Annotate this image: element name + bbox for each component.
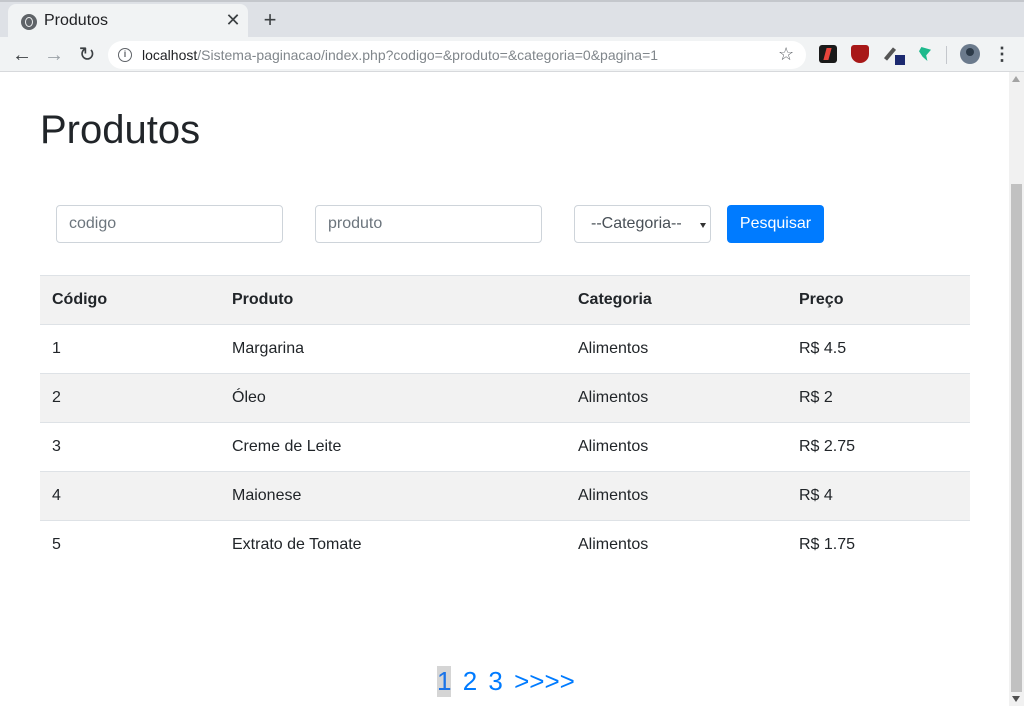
table-row: 2 Óleo Alimentos R$ 2	[40, 373, 970, 422]
toolbar-divider	[946, 46, 947, 64]
back-button[interactable]: ←	[10, 43, 34, 67]
tab-title: Produtos	[44, 12, 109, 29]
cell-produto: Óleo	[232, 389, 266, 406]
extension-icon[interactable]	[819, 45, 837, 63]
scroll-down-arrow-icon[interactable]	[1012, 696, 1020, 702]
categoria-select-value: --Categoria--	[591, 215, 682, 232]
dropper-extension-icon[interactable]	[885, 45, 905, 65]
forward-button[interactable]: →	[42, 43, 66, 67]
cell-categoria: Alimentos	[578, 487, 649, 504]
new-tab-button[interactable]: +	[258, 8, 282, 32]
cell-codigo: 1	[52, 340, 61, 357]
menu-icon[interactable]: ⋮	[992, 42, 1012, 66]
cell-categoria: Alimentos	[578, 389, 649, 406]
table-row: 1 Margarina Alimentos R$ 4.5	[40, 324, 970, 373]
cell-codigo: 2	[52, 389, 61, 406]
cell-codigo: 3	[52, 438, 61, 455]
pesquisar-button[interactable]: Pesquisar	[727, 205, 824, 243]
products-table: Código Produto Categoria Preço 1 Margari…	[40, 275, 970, 569]
cell-categoria: Alimentos	[578, 340, 649, 357]
bookmark-star-icon[interactable]: ☆	[778, 44, 794, 65]
ublock-shield-icon[interactable]	[851, 45, 869, 63]
address-bar[interactable]: i localhost/Sistema-paginacao/index.php?…	[108, 41, 806, 69]
browser-tab[interactable]: Produtos ✕	[8, 4, 248, 39]
cell-preco: R$ 1.75	[799, 536, 856, 553]
cell-produto: Creme de Leite	[232, 438, 342, 455]
cell-preco: R$ 2.75	[799, 438, 856, 455]
header-codigo: Código	[52, 291, 108, 308]
next-pages-link[interactable]: >>>>	[514, 666, 575, 697]
codigo-input[interactable]	[56, 205, 283, 243]
cell-categoria: Alimentos	[578, 438, 649, 455]
page-title: Produtos	[40, 108, 201, 152]
globe-icon	[21, 14, 37, 30]
cell-preco: R$ 4	[799, 487, 833, 504]
table-row: 4 Maionese Alimentos R$ 4	[40, 471, 970, 520]
reload-button[interactable]: ↻	[75, 43, 99, 67]
page-link-1[interactable]: 1	[437, 666, 452, 697]
close-icon[interactable]: ✕	[223, 10, 243, 30]
dropdown-arrow-icon	[700, 223, 706, 228]
browser-toolbar: ← → ↻ i localhost/Sistema-paginacao/inde…	[0, 37, 1024, 72]
header-categoria: Categoria	[578, 291, 652, 308]
scroll-up-arrow-icon[interactable]	[1012, 76, 1020, 82]
url-host: localhost	[142, 47, 198, 63]
cell-codigo: 4	[52, 487, 61, 504]
categoria-select[interactable]: --Categoria--	[574, 205, 711, 243]
page-viewport: Produtos --Categoria-- Pesquisar Código …	[0, 72, 1024, 706]
vertical-scrollbar[interactable]	[1009, 72, 1024, 706]
tab-strip: Produtos ✕ +	[0, 0, 1024, 39]
page-link-3[interactable]: 3	[488, 666, 502, 697]
cell-codigo: 5	[52, 536, 61, 553]
cell-produto: Margarina	[232, 340, 305, 357]
url-path: /Sistema-paginacao/index.php?codigo=&pro…	[197, 47, 659, 63]
produto-input[interactable]	[315, 205, 542, 243]
cell-categoria: Alimentos	[578, 536, 649, 553]
pagination: 1 2 3 >>>>	[437, 666, 579, 698]
profile-avatar[interactable]	[960, 44, 980, 64]
header-produto: Produto	[232, 291, 294, 308]
cell-preco: R$ 2	[799, 389, 833, 406]
header-preco: Preço	[799, 291, 844, 308]
cell-produto: Maionese	[232, 487, 302, 504]
bird-extension-icon[interactable]	[916, 45, 934, 63]
cell-preco: R$ 4.5	[799, 340, 847, 357]
table-row: 3 Creme de Leite Alimentos R$ 2.75	[40, 422, 970, 471]
scrollbar-thumb[interactable]	[1011, 184, 1022, 692]
info-icon[interactable]: i	[118, 48, 132, 62]
cell-produto: Extrato de Tomate	[232, 536, 362, 553]
table-header-row: Código Produto Categoria Preço	[40, 275, 970, 324]
table-row: 5 Extrato de Tomate Alimentos R$ 1.75	[40, 520, 970, 569]
page-link-2[interactable]: 2	[463, 666, 477, 697]
url-text[interactable]: localhost/Sistema-paginacao/index.php?co…	[142, 47, 658, 63]
